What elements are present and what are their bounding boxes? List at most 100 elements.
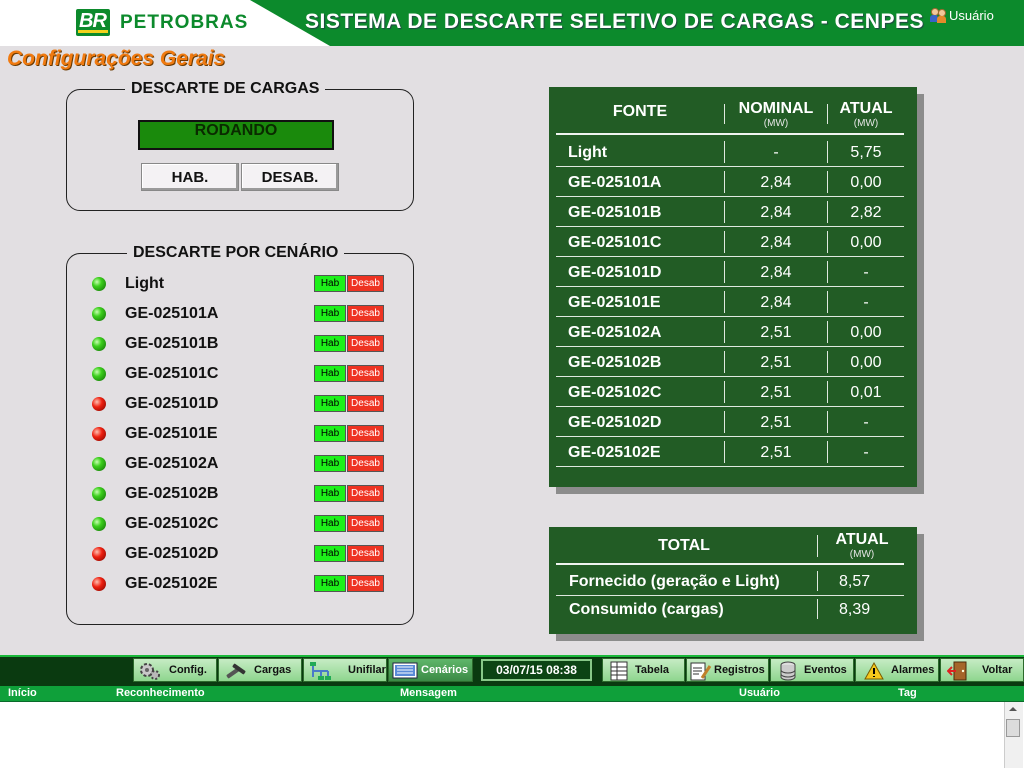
scenario-hab-button[interactable]: Hab — [314, 485, 346, 502]
scenario-desab-button[interactable]: Desab — [347, 425, 384, 442]
unifilar-label: Unifilar — [348, 664, 386, 676]
scenario-desab-button[interactable]: Desab — [347, 515, 384, 532]
scenario-name: GE-025102B — [125, 485, 219, 502]
scenario-desab-button[interactable]: Desab — [347, 365, 384, 382]
scenario-hab-button[interactable]: Hab — [314, 575, 346, 592]
scenario-hab-button[interactable]: Hab — [314, 335, 346, 352]
col-usuario[interactable]: Usuário — [739, 687, 780, 699]
row-divider — [556, 595, 904, 596]
scenario-desab-button[interactable]: Desab — [347, 485, 384, 502]
fonte-name: GE-025101B — [568, 204, 662, 221]
scenario-name: GE-025102D — [125, 545, 219, 562]
cargas-button[interactable]: Cargas — [218, 658, 302, 682]
fonte-nominal: 2,51 — [760, 414, 792, 431]
scenario-row: GE-025102D Hab Desab — [90, 539, 390, 569]
scenario-desab-button[interactable]: Desab — [347, 395, 384, 412]
scroll-up-arrow-icon[interactable] — [1004, 702, 1022, 716]
scenario-desab-button[interactable]: Desab — [347, 275, 384, 292]
users-icon — [930, 7, 946, 23]
row-divider — [556, 166, 904, 167]
scenario-desab-button[interactable]: Desab — [347, 335, 384, 352]
row-divider — [556, 226, 904, 227]
cargas-label: Cargas — [254, 664, 292, 676]
registros-button[interactable]: Registros — [686, 658, 769, 682]
exit-door-icon — [947, 661, 967, 681]
fonte-name: GE-025102A — [568, 324, 662, 341]
fonte-atual: - — [863, 264, 869, 281]
fonte-name: GE-025102D — [568, 414, 662, 431]
scenario-desab-button[interactable]: Desab — [347, 305, 384, 322]
col-header-nominal: NOMINAL (MW) — [725, 100, 827, 129]
scenario-hab-button[interactable]: Hab — [314, 395, 346, 412]
scrollbar-thumb[interactable] — [1006, 719, 1020, 737]
col-mensagem[interactable]: Mensagem — [400, 687, 457, 699]
row-divider — [556, 196, 904, 197]
scenario-hab-button[interactable]: Hab — [314, 455, 346, 472]
unifilar-button[interactable]: Unifilar — [303, 658, 387, 682]
br-logo-icon: BR — [76, 9, 110, 36]
fonte-nominal: 2,84 — [760, 234, 792, 251]
scenario-name: GE-025101E — [125, 425, 218, 442]
user-button[interactable]: Usuário — [930, 7, 994, 23]
row-divider — [556, 406, 904, 407]
alarmes-label: Alarmes — [891, 664, 935, 676]
fonte-name: GE-025102C — [568, 384, 662, 401]
alarmes-button[interactable]: Alarmes — [855, 658, 939, 682]
scenario-name: GE-025101C — [125, 365, 219, 382]
tabela-button[interactable]: Tabela — [602, 658, 685, 682]
col-tag[interactable]: Tag — [898, 687, 917, 699]
scenario-row: GE-025102A Hab Desab — [90, 449, 390, 479]
fonte-atual: - — [863, 444, 869, 461]
scenario-name: Light — [125, 275, 165, 292]
warning-icon — [864, 662, 884, 680]
scenario-hab-button[interactable]: Hab — [314, 515, 346, 532]
config-button[interactable]: Config. — [133, 658, 217, 682]
scenario-row: GE-025102C Hab Desab — [90, 509, 390, 539]
col-inicio[interactable]: Início — [8, 687, 37, 699]
descarte-cargas-group: DESCARTE DE CARGAS — [66, 80, 414, 211]
scenario-name: GE-025102A — [125, 455, 219, 472]
cenarios-button[interactable]: Cenários — [388, 658, 473, 682]
scenario-hab-button[interactable]: Hab — [314, 545, 346, 562]
scenario-hab-button[interactable]: Hab — [314, 365, 346, 382]
scenario-hab-button[interactable]: Hab — [314, 425, 346, 442]
col-reconhecimento[interactable]: Reconhecimento — [116, 687, 205, 699]
row-divider — [556, 346, 904, 347]
status-led-icon — [92, 547, 106, 561]
monitor-icon — [392, 662, 418, 679]
header-underline — [556, 133, 904, 135]
scenario-hab-button[interactable]: Hab — [314, 305, 346, 322]
fonte-name: GE-025102B — [568, 354, 662, 371]
col-header-fonte: FONTE — [612, 103, 668, 120]
status-led-icon — [92, 487, 106, 501]
desab-button[interactable]: DESAB. — [241, 163, 339, 191]
row-divider — [556, 436, 904, 437]
database-icon — [780, 661, 796, 681]
scenario-desab-button[interactable]: Desab — [347, 575, 384, 592]
voltar-button[interactable]: Voltar — [940, 658, 1024, 682]
alarm-grid-header: Início Reconhecimento Mensagem Usuário T… — [0, 686, 1024, 701]
voltar-label: Voltar — [982, 664, 1013, 676]
datetime-display: 03/07/15 08:38 — [481, 659, 592, 681]
scenario-hab-button[interactable]: Hab — [314, 275, 346, 292]
alarm-grid-body[interactable] — [0, 701, 1024, 768]
scenario-name: GE-025101A — [125, 305, 219, 322]
descarte-cargas-legend: DESCARTE DE CARGAS — [125, 80, 326, 98]
row-divider — [556, 316, 904, 317]
fonte-name: GE-025101E — [568, 294, 661, 311]
scenario-desab-button[interactable]: Desab — [347, 455, 384, 472]
fonte-nominal: 2,51 — [760, 324, 792, 341]
hab-button[interactable]: HAB. — [141, 163, 239, 191]
fonte-nominal: 2,84 — [760, 204, 792, 221]
eventos-button[interactable]: Eventos — [770, 658, 854, 682]
fonte-name: GE-025102E — [568, 444, 661, 461]
config-label: Config. — [169, 664, 207, 676]
header-underline — [556, 563, 904, 565]
page-title: Configurações Gerais — [7, 47, 226, 70]
scenario-desab-button[interactable]: Desab — [347, 545, 384, 562]
row-divider — [556, 286, 904, 287]
status-led-icon — [92, 397, 106, 411]
total-row-label: Consumido (cargas) — [569, 601, 724, 618]
fonte-name: GE-025101C — [568, 234, 662, 251]
header-bar: BR PETROBRAS SISTEMA DE DESCARTE SELETIV… — [0, 0, 1024, 46]
